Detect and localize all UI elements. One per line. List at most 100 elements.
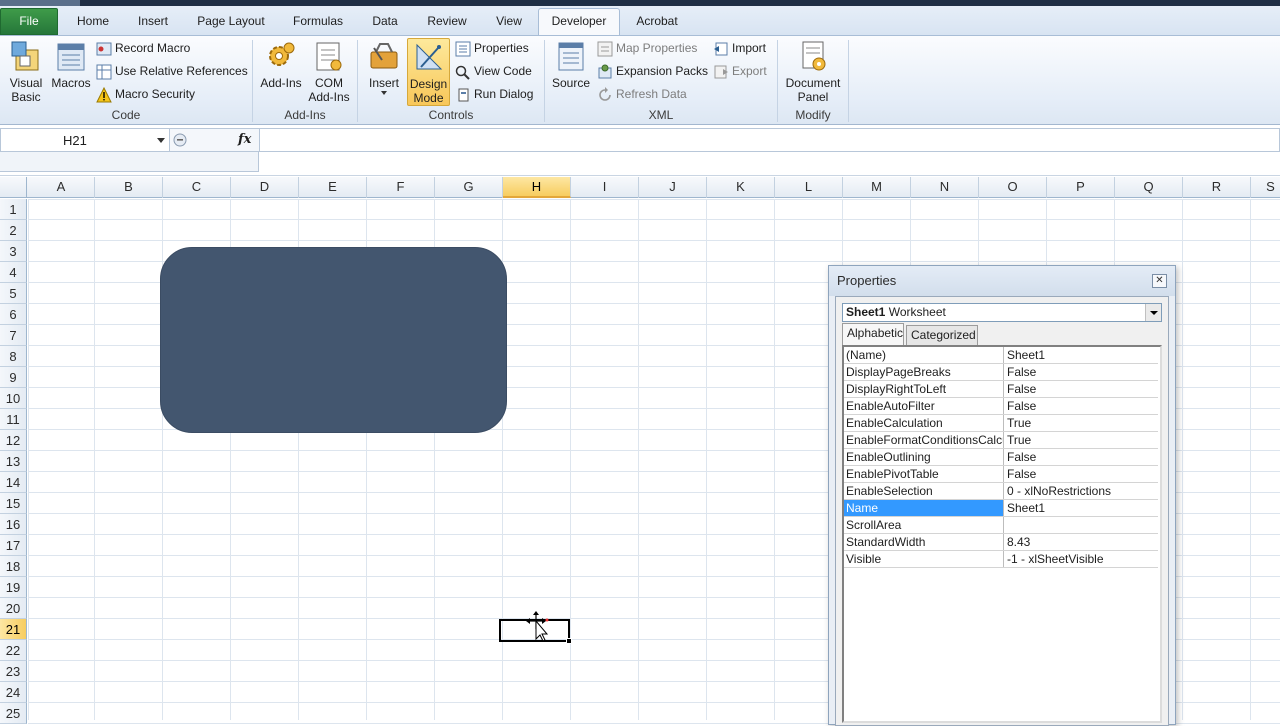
row-header[interactable]: 4 (0, 262, 27, 283)
property-row[interactable]: StandardWidth 8.43 (844, 534, 1158, 551)
tab-home[interactable]: Home (72, 9, 114, 35)
rounded-rectangle-shape[interactable] (160, 247, 507, 433)
add-ins-button[interactable]: Add-Ins (258, 38, 304, 106)
property-value[interactable]: False (1005, 381, 1155, 397)
row-header[interactable]: 11 (0, 409, 27, 430)
property-row[interactable]: EnableAutoFilter False (844, 398, 1158, 415)
column-header[interactable]: R (1183, 177, 1251, 198)
column-header[interactable]: C (163, 177, 231, 198)
row-header[interactable]: 13 (0, 451, 27, 472)
column-header[interactable]: Q (1115, 177, 1183, 198)
property-row[interactable]: EnableSelection 0 - xlNoRestrictions (844, 483, 1158, 500)
property-row[interactable]: EnableOutlining False (844, 449, 1158, 466)
row-header[interactable]: 15 (0, 493, 27, 514)
column-header[interactable]: S (1251, 177, 1280, 198)
column-header[interactable]: A (28, 177, 95, 198)
chevron-down-icon[interactable] (1145, 304, 1161, 321)
row-header[interactable]: 8 (0, 346, 27, 367)
property-value[interactable]: Sheet1 (1005, 500, 1155, 516)
property-value[interactable]: False (1005, 466, 1155, 482)
macro-security-button[interactable]: Macro Security (96, 84, 195, 104)
use-relative-references-button[interactable]: Use Relative References (96, 61, 248, 81)
column-header[interactable]: O (979, 177, 1047, 198)
property-value[interactable]: -1 - xlSheetVisible (1005, 551, 1155, 567)
visual-basic-button[interactable]: Visual Basic (4, 38, 48, 106)
row-header[interactable]: 1 (0, 199, 27, 220)
refresh-data-button[interactable]: Refresh Data (597, 84, 687, 104)
export-button[interactable]: Export (713, 61, 767, 81)
import-button[interactable]: Import (713, 38, 766, 58)
column-header[interactable]: M (843, 177, 911, 198)
tab-categorized[interactable]: Categorized (906, 325, 978, 345)
row-header[interactable]: 9 (0, 367, 27, 388)
row-header[interactable]: 3 (0, 241, 27, 262)
row-header[interactable]: 23 (0, 661, 27, 682)
insert-controls-button[interactable]: Insert (363, 38, 405, 106)
row-header[interactable]: 17 (0, 535, 27, 556)
column-header[interactable]: H (503, 177, 571, 198)
chevron-down-icon[interactable] (157, 138, 165, 143)
properties-button[interactable]: Properties (455, 38, 529, 58)
run-dialog-button[interactable]: Run Dialog (455, 84, 533, 104)
property-value[interactable]: Sheet1 (1005, 347, 1155, 363)
fill-handle[interactable] (566, 638, 572, 644)
column-header[interactable]: K (707, 177, 775, 198)
tab-formulas[interactable]: Formulas (288, 9, 348, 35)
properties-window[interactable]: Properties ✕ Sheet1 Worksheet Alphabetic… (828, 265, 1176, 726)
name-box[interactable]: H21 (0, 128, 170, 152)
property-value[interactable]: True (1005, 415, 1155, 431)
macros-button[interactable]: Macros (50, 38, 92, 106)
column-header[interactable]: E (299, 177, 367, 198)
property-row[interactable]: EnableFormatConditionsCalcula True (844, 432, 1158, 449)
column-header[interactable]: F (367, 177, 435, 198)
row-header[interactable]: 12 (0, 430, 27, 451)
collapse-handle-icon[interactable] (172, 132, 188, 148)
column-header[interactable]: D (231, 177, 299, 198)
tab-view[interactable]: View (490, 9, 528, 35)
row-header[interactable]: 21 (0, 619, 27, 640)
object-selector[interactable]: Sheet1 Worksheet (842, 303, 1162, 322)
row-header[interactable]: 16 (0, 514, 27, 535)
column-header[interactable]: I (571, 177, 639, 198)
property-value[interactable]: 8.43 (1005, 534, 1155, 550)
column-header[interactable]: G (435, 177, 503, 198)
property-value[interactable]: False (1005, 398, 1155, 414)
row-header[interactable]: 20 (0, 598, 27, 619)
row-header[interactable]: 5 (0, 283, 27, 304)
column-header[interactable]: B (95, 177, 163, 198)
property-value[interactable]: False (1005, 364, 1155, 380)
row-header[interactable]: 22 (0, 640, 27, 661)
column-header[interactable]: N (911, 177, 979, 198)
column-header[interactable]: J (639, 177, 707, 198)
formula-input[interactable] (260, 128, 1280, 152)
row-header[interactable]: 6 (0, 304, 27, 325)
row-header[interactable]: 7 (0, 325, 27, 346)
map-properties-button[interactable]: Map Properties (597, 38, 697, 58)
property-value[interactable] (1005, 517, 1155, 533)
tab-developer[interactable]: Developer (538, 8, 620, 36)
property-row[interactable]: DisplayPageBreaks False (844, 364, 1158, 381)
property-value[interactable]: 0 - xlNoRestrictions (1005, 483, 1155, 499)
property-value[interactable]: False (1005, 449, 1155, 465)
column-header[interactable]: P (1047, 177, 1115, 198)
tab-alphabetic[interactable]: Alphabetic (842, 323, 904, 345)
insert-function-icon[interactable]: fx (238, 132, 251, 147)
record-macro-button[interactable]: Record Macro (96, 38, 190, 58)
property-row[interactable]: EnableCalculation True (844, 415, 1158, 432)
property-row[interactable]: DisplayRightToLeft False (844, 381, 1158, 398)
tab-insert[interactable]: Insert (132, 9, 174, 35)
property-value[interactable]: True (1005, 432, 1155, 448)
tab-acrobat[interactable]: Acrobat (630, 9, 684, 35)
source-button[interactable]: Source (550, 38, 592, 106)
com-add-ins-button[interactable]: COM Add-Ins (306, 38, 352, 106)
select-all-corner[interactable] (0, 177, 27, 198)
tab-page-layout[interactable]: Page Layout (193, 9, 269, 35)
design-mode-button[interactable]: Design Mode (407, 38, 450, 106)
properties-titlebar[interactable]: Properties ✕ (829, 266, 1175, 296)
view-code-button[interactable]: View Code (455, 61, 532, 81)
tab-review[interactable]: Review (422, 9, 472, 35)
document-panel-button[interactable]: Document Panel (783, 38, 843, 106)
property-row[interactable]: Name Sheet1 (844, 500, 1158, 517)
property-row[interactable]: ScrollArea (844, 517, 1158, 534)
row-header[interactable]: 19 (0, 577, 27, 598)
